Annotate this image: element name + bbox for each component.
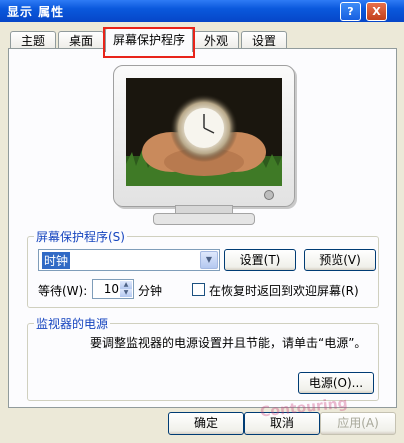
display-properties-window: 显示 属性 ? X 主题 桌面 屏幕保护程序 外观 设置 屏幕保护程序(S) 时…: [0, 0, 404, 443]
apply-button[interactable]: 应用(A): [320, 412, 396, 435]
ok-button[interactable]: 确定: [168, 412, 244, 435]
power-led-icon: [264, 190, 274, 200]
power-button[interactable]: 电源(O)...: [298, 372, 374, 394]
title-bar[interactable]: 显示 属性 ? X: [0, 0, 404, 22]
monitor-power-group: 监视器的电源 要调整监视器的电源设置并且节能，请单击“电源”。 电源(O)...: [27, 315, 379, 401]
wait-minutes-value: 10: [103, 282, 119, 296]
screensaver-preview-image: [126, 78, 282, 186]
screensaver-group: 屏幕保护程序(S) 时钟 ▼ 设置(T) 预览(V) 等待(W): 10 ▲ ▼…: [27, 228, 379, 308]
selection-highlight-box: [103, 27, 195, 58]
help-button[interactable]: ?: [340, 2, 361, 21]
monitor-base: [153, 213, 255, 225]
screensaver-group-label: 屏幕保护程序(S): [34, 228, 127, 245]
settings-button[interactable]: 设置(T): [224, 249, 296, 271]
monitor-power-group-label: 监视器的电源: [34, 315, 111, 332]
stepper-buttons[interactable]: ▲ ▼: [120, 281, 132, 297]
tab-strip: 主题 桌面 屏幕保护程序 外观 设置: [8, 27, 398, 52]
chevron-down-icon[interactable]: ▼: [200, 251, 218, 269]
preview-button[interactable]: 预览(V): [304, 249, 376, 271]
wait-label: 等待(W):: [38, 284, 88, 298]
stepper-down-icon[interactable]: ▼: [120, 289, 132, 297]
screensaver-selected-value: 时钟: [42, 252, 71, 269]
stepper-up-icon[interactable]: ▲: [120, 281, 132, 289]
monitor-frame: [113, 65, 295, 207]
monitor-preview: [113, 65, 295, 225]
resume-welcome-label[interactable]: 在恢复时返回到欢迎屏幕(R): [209, 282, 359, 299]
close-button[interactable]: X: [366, 2, 387, 21]
screensaver-select[interactable]: 时钟 ▼: [38, 249, 220, 271]
wait-minutes-stepper[interactable]: 10 ▲ ▼: [92, 279, 134, 299]
resume-welcome-checkbox[interactable]: [192, 283, 205, 296]
tab-panel: 屏幕保护程序(S) 时钟 ▼ 设置(T) 预览(V) 等待(W): 10 ▲ ▼…: [8, 48, 397, 408]
power-description: 要调整监视器的电源设置并且节能，请单击“电源”。: [90, 336, 367, 350]
minutes-label: 分钟: [138, 284, 163, 298]
window-title: 显示 属性: [7, 5, 65, 19]
